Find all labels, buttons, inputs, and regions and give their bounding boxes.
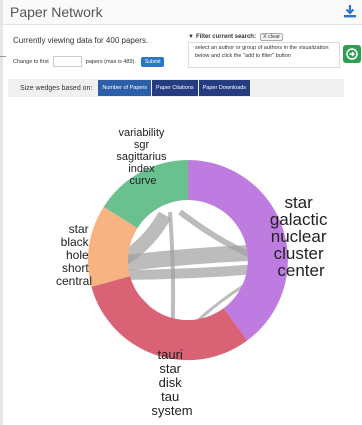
group-label-system: tauri star disk tau system xyxy=(151,347,192,418)
group-label-central: star black hole short central xyxy=(56,222,92,288)
group-label-center: star galactic nuclear cluster center xyxy=(270,193,332,280)
paper-network-chart: variability sgr sagittarius index curve … xyxy=(56,127,332,418)
